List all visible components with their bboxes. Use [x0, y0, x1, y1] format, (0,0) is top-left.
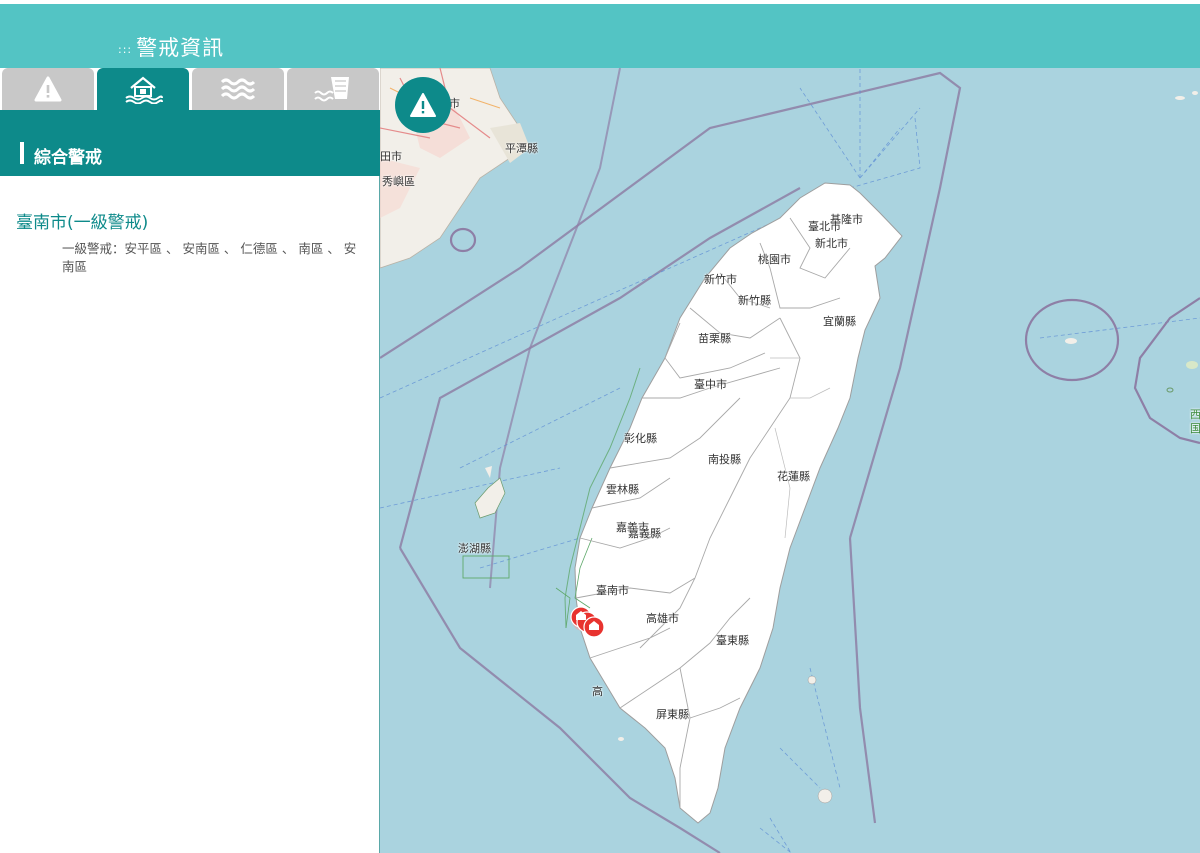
- map-label-pingtan: 平潭縣: [505, 142, 538, 155]
- dam-icon: [314, 77, 349, 102]
- tab-waves[interactable]: [192, 68, 284, 110]
- map-label-yunlin: 雲林縣: [606, 483, 639, 496]
- panel-heading: 綜合警戒: [34, 148, 102, 168]
- map-label-xiuyu: 秀嶼區: [382, 175, 415, 188]
- map-label-newtaipei: 新北市: [815, 237, 848, 250]
- map-view[interactable]: 平潭縣 田市 秀嶼區 清市 基隆市 臺北市 新北市 桃園市 新竹市 新竹縣 宜蘭…: [380, 68, 1200, 853]
- page-title-text: 警戒資訊: [136, 36, 225, 60]
- heading-accent-bar: [20, 142, 24, 164]
- map-label-taitung: 臺東縣: [716, 634, 749, 647]
- tab-flood[interactable]: [97, 68, 189, 110]
- map-label-putian: 田市: [380, 150, 402, 163]
- map-label-miaoli: 苗栗縣: [698, 332, 731, 345]
- map-label-taipei: 臺北市: [808, 220, 841, 233]
- map-label-chiayi-county: 嘉義縣: [628, 527, 661, 540]
- map-label-kaohsiung-short: 高: [592, 685, 603, 698]
- map-label-kaohsiung: 高雄市: [646, 612, 679, 625]
- map-label-penghu: 澎湖縣: [458, 542, 491, 555]
- app-window: 平潭縣 田市 秀嶼區 清市 基隆市 臺北市 新北市 桃園市 新竹市 新竹縣 宜蘭…: [0, 0, 1200, 853]
- warning-detail: 一級警戒：安平區 、 安南區 、 仁德區 、 南區 、 安南區: [62, 241, 357, 274]
- flood-house-icon: [125, 76, 163, 104]
- panel-header: 綜合警戒: [0, 110, 380, 176]
- tab-warning[interactable]: [2, 68, 94, 110]
- map-label-tainan: 臺南市: [596, 584, 629, 597]
- map-label-nantou: 南投縣: [708, 453, 741, 466]
- warning-panel: 綜合警戒 臺南市(一級警戒) 一級警戒：安平區 、 安南區 、 仁德區 、 南區…: [0, 68, 380, 853]
- map-label-east-partial-2: 国: [1190, 422, 1200, 435]
- menu-dots-icon[interactable]: :::: [118, 43, 132, 56]
- map-label-taichung: 臺中市: [694, 378, 727, 391]
- map-label-pingtung: 屏東縣: [656, 708, 689, 721]
- map-canvas[interactable]: [380, 68, 1200, 853]
- map-label-hsinchu-city: 新竹市: [704, 273, 737, 286]
- warning-icon: [34, 76, 62, 102]
- map-label-yilan: 宜蘭縣: [823, 315, 856, 328]
- map-label-hualien: 花蓮縣: [777, 470, 810, 483]
- warning-icon: [410, 93, 436, 117]
- map-label-hsinchu-county: 新竹縣: [738, 294, 771, 307]
- map-alert-button[interactable]: [395, 77, 451, 133]
- header-bar: ::: 警戒資訊: [0, 0, 1200, 68]
- waves-icon: [220, 78, 256, 100]
- map-label-taoyuan: 桃園市: [758, 253, 791, 266]
- warning-city[interactable]: 臺南市(一級警戒): [16, 208, 148, 233]
- page-title: ::: 警戒資訊: [118, 32, 224, 62]
- tab-dam[interactable]: [287, 68, 379, 110]
- map-label-changhua: 彰化縣: [624, 432, 657, 445]
- panel-tabs: [0, 68, 380, 110]
